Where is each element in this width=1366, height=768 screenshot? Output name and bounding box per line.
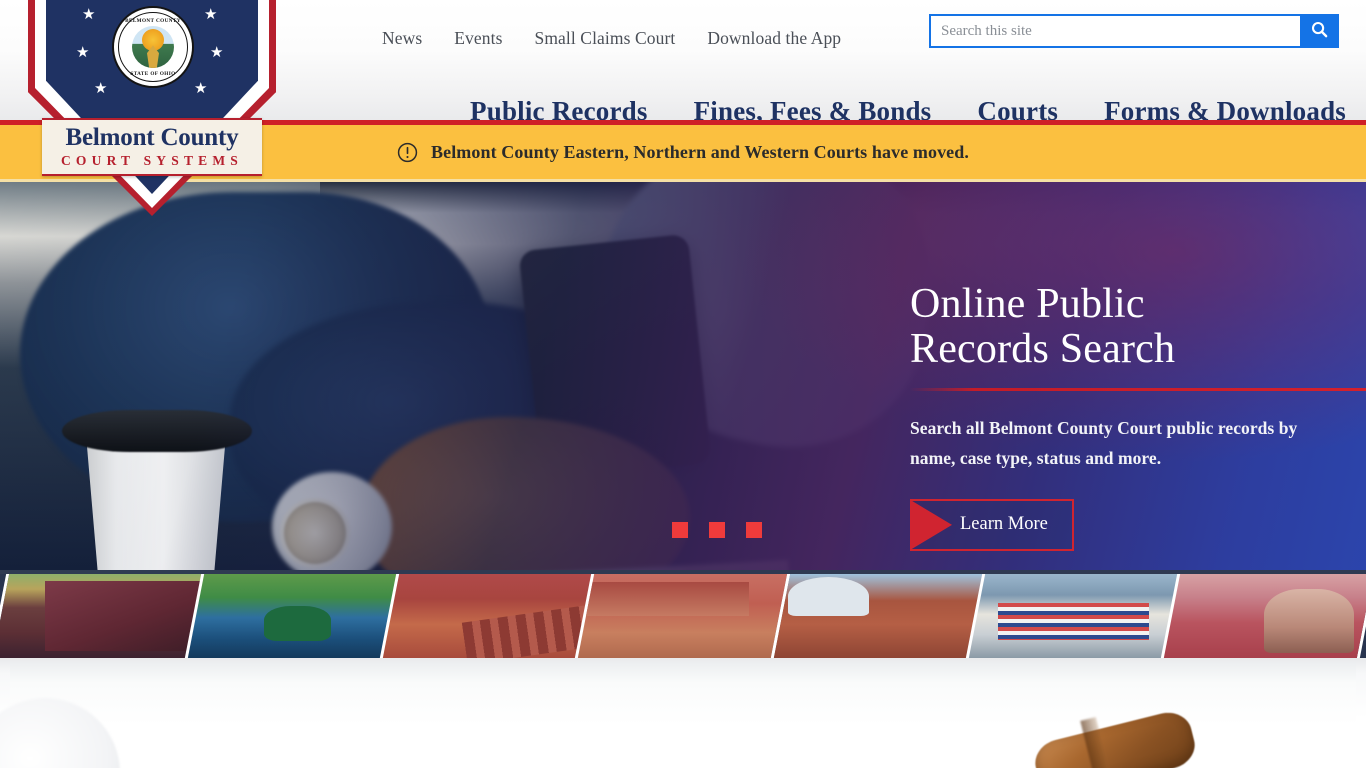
utility-nav-item-download-the-app[interactable]: Download the App <box>707 28 841 49</box>
seal-landscape <box>132 26 174 68</box>
photo-strip-item <box>0 574 206 658</box>
carousel-dot-3[interactable] <box>746 522 762 538</box>
utility-nav-item-events[interactable]: Events <box>454 28 502 49</box>
carousel-dot-1[interactable] <box>672 522 688 538</box>
utility-navigation: News Events Small Claims Court Download … <box>382 28 841 49</box>
hero-content: Online Public Records Search Search all … <box>910 281 1366 551</box>
hero-title-line-2: Records Search <box>910 326 1176 373</box>
exclamation-circle-icon <box>397 142 418 163</box>
search-submit-button[interactable] <box>1300 14 1339 48</box>
carousel-indicators <box>672 522 762 538</box>
utility-nav-item-small-claims-court[interactable]: Small Claims Court <box>535 28 676 49</box>
photo-strip-item <box>1160 574 1366 658</box>
utility-nav-item-news[interactable]: News <box>382 28 422 49</box>
hero-title-line-1: Online Public <box>910 281 1145 327</box>
learn-more-label: Learn More <box>960 514 1048 535</box>
content-section-below-hero <box>0 658 1366 768</box>
content-section-inner <box>0 662 1356 768</box>
hero-carousel: Online Public Records Search Search all … <box>0 182 1366 570</box>
gavel-image <box>1030 707 1200 768</box>
gavel-photo-highlight <box>0 698 120 768</box>
seal-outer-ring: BELMONT COUNTY STATE OF OHIO <box>118 12 188 82</box>
hero-subtitle: Search all Belmont County Court public r… <box>910 417 1298 468</box>
site-logo[interactable]: ★ ★ ★ ★ ★ ★ ★ ★ ★ BELMONT COUNTY STATE O… <box>28 0 276 220</box>
search-field-wrapper <box>929 14 1300 48</box>
alert-message: Belmont County Eastern, Northern and Wes… <box>431 141 969 162</box>
photo-strip-item <box>770 574 986 658</box>
hero-divider-rule <box>910 387 1366 391</box>
photo-strip-item <box>380 574 596 658</box>
logo-name-primary: Belmont County <box>65 124 239 152</box>
learn-more-button[interactable]: Learn More <box>910 498 1074 551</box>
seal-text-top: BELMONT COUNTY <box>125 17 181 24</box>
search-input[interactable] <box>941 22 1290 40</box>
arrow-right-icon <box>912 500 952 549</box>
community-photo-strip <box>0 570 1366 658</box>
logo-name-secondary: COURT SYSTEMS <box>60 152 244 168</box>
site-search <box>929 14 1339 48</box>
seal-text-bottom: STATE OF OHIO <box>130 70 176 77</box>
photo-strip-item <box>965 574 1182 658</box>
photo-strip-item <box>184 574 401 658</box>
hero-title: Online Public Records Search <box>910 281 1366 373</box>
photo-strip-item <box>575 574 791 658</box>
ohio-state-seal-icon: BELMONT COUNTY STATE OF OHIO <box>112 6 194 88</box>
search-icon <box>1310 20 1329 42</box>
carousel-dot-2[interactable] <box>709 522 725 538</box>
page-root: Online Public Records Search Search all … <box>0 0 1366 768</box>
logo-nameplate: Belmont County COURT SYSTEMS <box>42 118 262 176</box>
alert-inner: Belmont County Eastern, Northern and Wes… <box>397 142 969 163</box>
